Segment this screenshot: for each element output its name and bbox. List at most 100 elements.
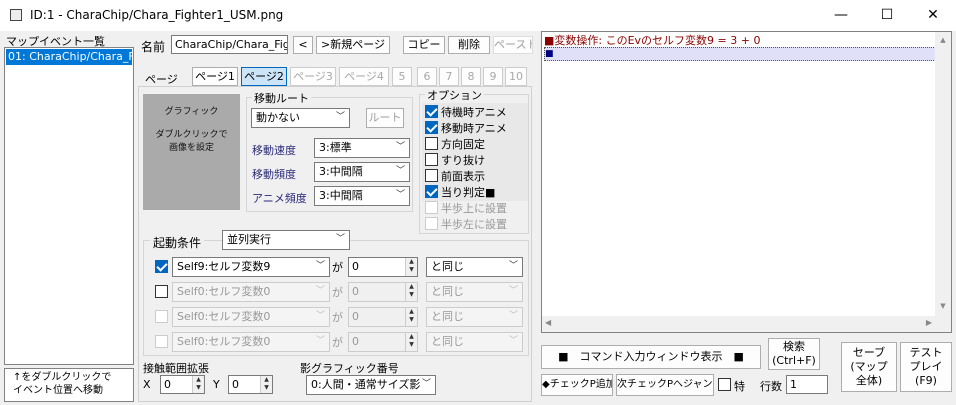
close-button[interactable]: ✕ (910, 0, 956, 31)
option-label: 半歩上に設置 (441, 202, 507, 215)
tab-page-7[interactable]: 7 (439, 67, 459, 86)
chevron-down-icon: ﹀ (395, 166, 405, 176)
option-checkbox[interactable] (425, 217, 438, 230)
scroll-down-icon[interactable]: ▼ (935, 302, 951, 310)
option-checkbox[interactable] (425, 201, 438, 214)
hint-line-1: ↑をダブルクリックで (13, 372, 112, 383)
trigger-compare-select[interactable]: と同じ ﹀ (426, 257, 523, 277)
route-button[interactable]: ルート (366, 108, 404, 128)
trigger-value-input[interactable]: 0 ▲ ▼ (348, 257, 418, 277)
event-list-hint: ↑をダブルクリックで イベント位置へ移動 (4, 368, 134, 402)
trigger-condition-checkbox[interactable] (155, 310, 168, 323)
search-label: 検索 (783, 340, 805, 353)
trigger-compare-select[interactable]: と同じ ﹀ (426, 307, 523, 327)
trigger-compare-select[interactable]: と同じ ﹀ (426, 332, 523, 352)
horizontal-scrollbar[interactable]: ◀ ▶ (542, 316, 935, 332)
ga-label: が (332, 286, 343, 299)
contact-y-input[interactable]: 0 ▲ ▼ (228, 375, 273, 394)
contact-range-label: 接触範囲拡張 (143, 362, 209, 375)
trigger-variable-select[interactable]: Self0:セルフ変数0 ﹀ (172, 282, 330, 302)
shadow-select[interactable]: 0:人間・通常サイズ影 ﹀ (306, 375, 436, 395)
tab-page-10[interactable]: 10 (505, 67, 527, 86)
trigger-select[interactable]: 並列実行 ﹀ (222, 230, 350, 250)
command-line-2[interactable]: ■ (544, 47, 936, 61)
command-list[interactable]: ■変数操作: このEvのセルフ変数9 = 3 + 0 ■ ▲ ▼ ◀ ▶ (541, 31, 952, 333)
move-freq-select[interactable]: 3:中間隔 ﹀ (314, 162, 410, 182)
window-title: ID:1 - CharaChip/Chara_Fighter1_USM.png (30, 8, 284, 22)
test-play-button[interactable]: テスト プレイ (F9) (900, 342, 952, 392)
next-checkpoint-button[interactable]: 次チェックPへジャンプ (616, 374, 714, 396)
trigger-condition-checkbox[interactable] (155, 335, 168, 348)
contact-x-input[interactable]: 0 ▲ ▼ (160, 375, 205, 394)
trigger-variable-select[interactable]: Self0:セルフ変数0 ﹀ (172, 332, 330, 352)
move-speed-select[interactable]: 3:標準 ﹀ (314, 138, 410, 158)
stepper-arrows-icon[interactable]: ▲ ▼ (405, 333, 417, 351)
chevron-down-icon: ﹀ (508, 311, 518, 321)
copy-button[interactable]: コピー (403, 36, 445, 54)
scroll-left-icon[interactable]: ◀ (545, 318, 551, 327)
tab-page-3[interactable]: ページ3 (290, 67, 336, 86)
test-label-1: テスト (909, 346, 943, 359)
trigger-variable-value: Self0:セルフ変数0 (177, 310, 271, 323)
option-checkbox[interactable] (425, 137, 438, 150)
trigger-variable-select[interactable]: Self9:セルフ変数9 ﹀ (172, 257, 330, 277)
option-checkbox[interactable] (425, 121, 438, 134)
trigger-condition-checkbox[interactable] (155, 260, 168, 273)
special-checkbox[interactable] (718, 378, 731, 391)
tab-page-8[interactable]: 8 (461, 67, 481, 86)
option-label: 移動時アニメ (441, 122, 507, 135)
save-map-button[interactable]: セーブ (マップ 全体) (841, 342, 897, 392)
event-list[interactable]: 01: CharaChip/Chara_Fig (4, 47, 134, 365)
chevron-down-icon: ﹀ (395, 190, 405, 200)
stepper-arrows-icon[interactable]: ▲ ▼ (260, 376, 272, 393)
tab-page-6[interactable]: 6 (417, 67, 437, 86)
chevron-down-icon: ﹀ (315, 336, 325, 346)
event-list-item[interactable]: 01: CharaChip/Chara_Fig (6, 49, 132, 65)
maximize-button[interactable]: ☐ (864, 0, 910, 31)
stepper-arrows-icon[interactable]: ▲ ▼ (405, 308, 417, 326)
stepper-arrows-icon[interactable]: ▲ ▼ (192, 376, 204, 393)
add-checkpoint-button[interactable]: ◆チェックP追加 (541, 374, 613, 396)
trigger-value-input[interactable]: 0 ▲ ▼ (348, 282, 418, 302)
trigger-value-input[interactable]: 0 ▲ ▼ (348, 332, 418, 352)
paste-button[interactable]: ペースト (493, 36, 533, 54)
tab-page-2[interactable]: ページ2 (241, 67, 287, 86)
tab-page-1[interactable]: ページ1 (192, 67, 238, 86)
tab-page-4[interactable]: ページ4 (339, 67, 389, 86)
chevron-down-icon: ﹀ (421, 379, 431, 389)
option-checkbox[interactable] (425, 185, 438, 198)
option-label: 前面表示 (441, 170, 485, 183)
ga-label: が (332, 261, 343, 274)
command-input-window-button[interactable]: ■ コマンド入力ウィンドウ表示 ■ (541, 345, 761, 369)
option-checkbox[interactable] (425, 169, 438, 182)
option-checkbox[interactable] (425, 153, 438, 166)
event-name-input[interactable]: CharaChip/Chara_Fig (171, 35, 288, 54)
move-route-select[interactable]: 動かない ﹀ (251, 108, 350, 128)
tab-page-5[interactable]: 5 (392, 67, 412, 86)
option-checkbox[interactable] (425, 105, 438, 118)
new-page-button[interactable]: >新規ページ (316, 36, 390, 54)
scroll-right-icon[interactable]: ▶ (926, 318, 932, 327)
graphic-box[interactable]: グラフィック ダブルクリックで 画像を設定 (143, 94, 240, 210)
trigger-compare-select[interactable]: と同じ ﹀ (426, 282, 523, 302)
command-line-1[interactable]: ■変数操作: このEvのセルフ変数9 = 3 + 0 (544, 34, 934, 47)
trigger-compare-value: と同じ (431, 285, 464, 298)
trigger-value-input[interactable]: 0 ▲ ▼ (348, 307, 418, 327)
scroll-up-icon[interactable]: ▲ (935, 36, 951, 44)
anim-freq-select[interactable]: 3:中間隔 ﹀ (314, 186, 410, 206)
stepper-arrows-icon[interactable]: ▲ ▼ (405, 258, 417, 276)
option-label: すり抜け (441, 154, 485, 167)
vertical-scrollbar[interactable]: ▲ ▼ (935, 32, 951, 332)
minimize-button[interactable]: — (818, 0, 864, 31)
stepper-arrows-icon[interactable]: ▲ ▼ (405, 283, 417, 301)
chevron-down-icon: ﹀ (315, 311, 325, 321)
search-button[interactable]: 検索 (Ctrl+F) (768, 338, 820, 370)
trigger-variable-select[interactable]: Self0:セルフ変数0 ﹀ (172, 307, 330, 327)
tab-page-9[interactable]: 9 (483, 67, 503, 86)
move-route-value: 動かない (256, 111, 300, 124)
trigger-condition-checkbox[interactable] (155, 285, 168, 298)
line-count-input[interactable]: 1 (786, 375, 828, 394)
prev-page-button[interactable]: < (293, 36, 313, 54)
trigger-compare-value: と同じ (431, 335, 464, 348)
delete-button[interactable]: 削除 (448, 36, 490, 54)
